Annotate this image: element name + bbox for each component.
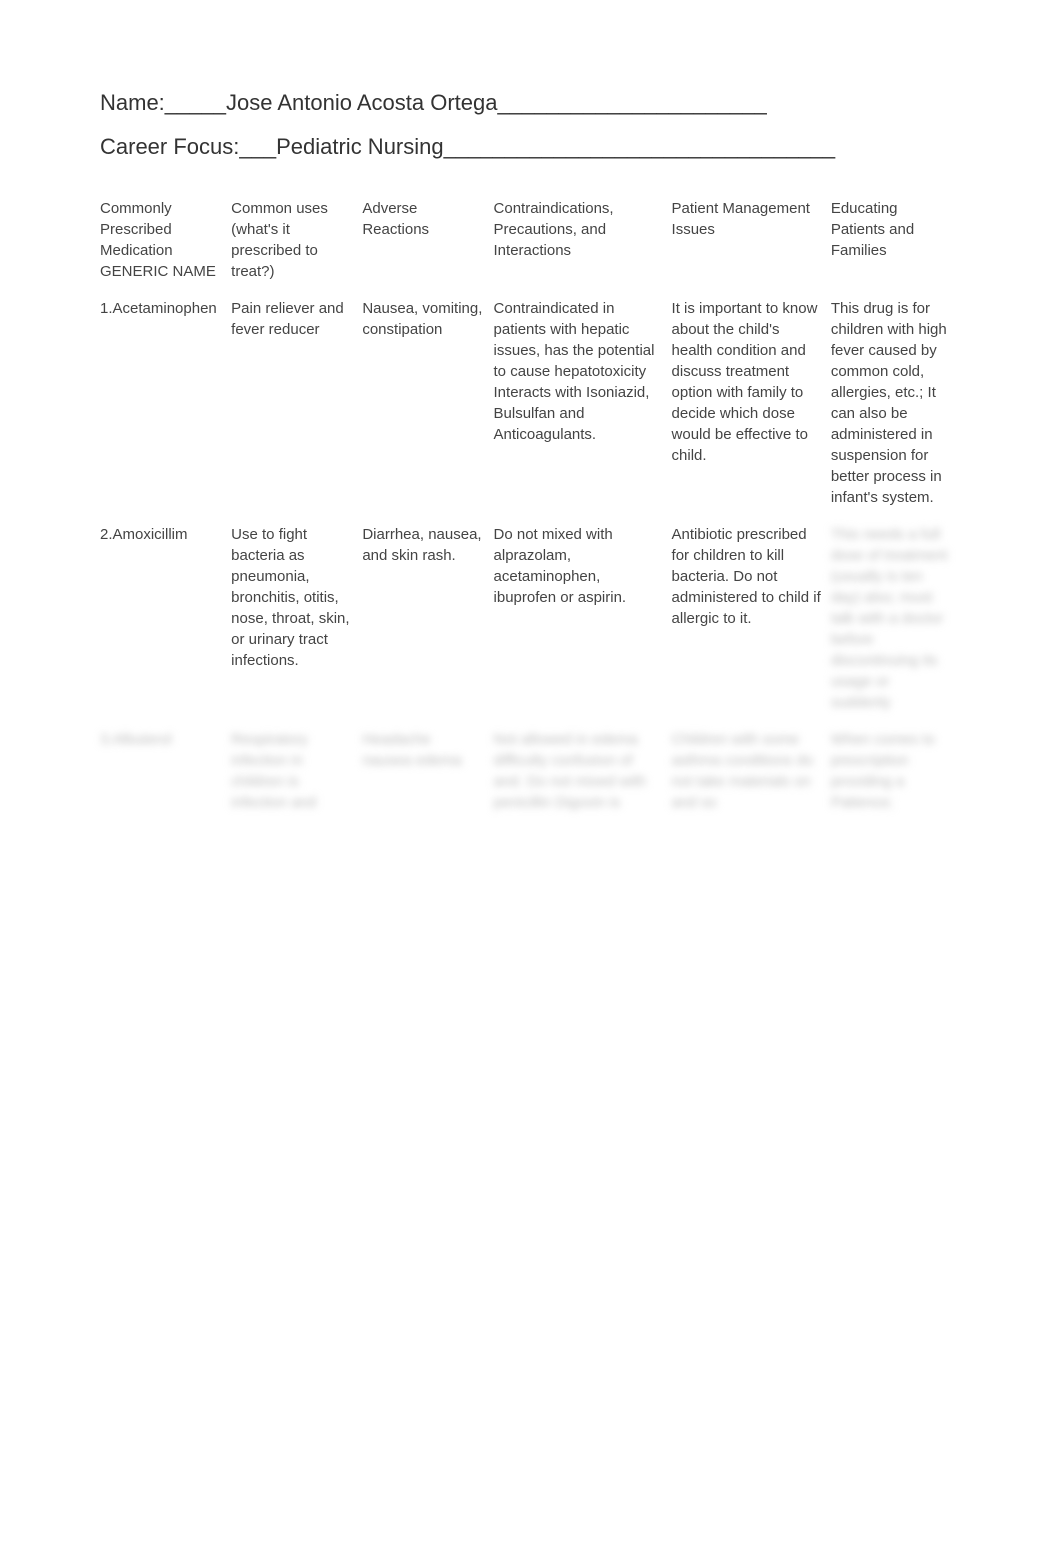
table-cell: 1.Acetaminophen (100, 290, 231, 516)
name-label: Name:_____ (100, 90, 226, 115)
table-row: 3.AlbuterolRespiratory infection in chil… (100, 721, 962, 821)
table-cell: 2.Amoxicillim (100, 516, 231, 721)
table-cell: It is important to know about the child'… (672, 290, 831, 516)
table-cell: Pain reliever and fever reducer (231, 290, 362, 516)
name-value: Jose Antonio Acosta Ortega (226, 90, 498, 115)
career-value: Pediatric Nursing (276, 134, 444, 159)
col-header-patient-management: Patient Management Issues (672, 190, 831, 290)
table-row: 2.AmoxicillimUse to fight bacteria as pn… (100, 516, 962, 721)
table-cell: When comes to prescription providing a P… (831, 721, 962, 821)
career-line: Career Focus:___Pediatric Nursing_______… (100, 134, 962, 160)
medication-table: Commonly Prescribed Medication GENERIC N… (100, 190, 962, 821)
table-cell: Respiratory infection in children is inf… (231, 721, 362, 821)
col-header-contraindications: Contraindications, Precautions, and Inte… (494, 190, 672, 290)
table-header-row: Commonly Prescribed Medication GENERIC N… (100, 190, 962, 290)
col-header-adverse-reactions: Adverse Reactions (362, 190, 493, 290)
table-cell: Diarrhea, nausea, and skin rash. (362, 516, 493, 721)
table-cell: Antibiotic prescribed for children to ki… (672, 516, 831, 721)
career-trailing-underline: ________________________________ (444, 134, 836, 159)
table-cell: This needs a full dose of treatment (usu… (831, 516, 962, 721)
table-cell: Headache nausea edema (362, 721, 493, 821)
col-header-educating: Educating Patients and Families (831, 190, 962, 290)
table-cell: Not allowed in edema difficulty confusio… (494, 721, 672, 821)
career-label: Career Focus:___ (100, 134, 276, 159)
name-trailing-underline: ______________________ (498, 90, 767, 115)
table-cell: Nausea, vomiting, constipation (362, 290, 493, 516)
table-cell: 3.Albuterol (100, 721, 231, 821)
table-body: 1.AcetaminophenPain reliever and fever r… (100, 290, 962, 821)
col-header-generic-name: Commonly Prescribed Medication GENERIC N… (100, 190, 231, 290)
col-header-common-uses: Common uses (what's it prescribed to tre… (231, 190, 362, 290)
table-row: 1.AcetaminophenPain reliever and fever r… (100, 290, 962, 516)
name-line: Name:_____Jose Antonio Acosta Ortega____… (100, 90, 962, 116)
table-cell: Contraindicated in patients with hepatic… (494, 290, 672, 516)
table-cell: Do not mixed with alprazolam, acetaminop… (494, 516, 672, 721)
table-cell: Children with some asthma conditions do … (672, 721, 831, 821)
table-cell: Use to fight bacteria as pneumonia, bron… (231, 516, 362, 721)
table-cell: This drug is for children with high feve… (831, 290, 962, 516)
